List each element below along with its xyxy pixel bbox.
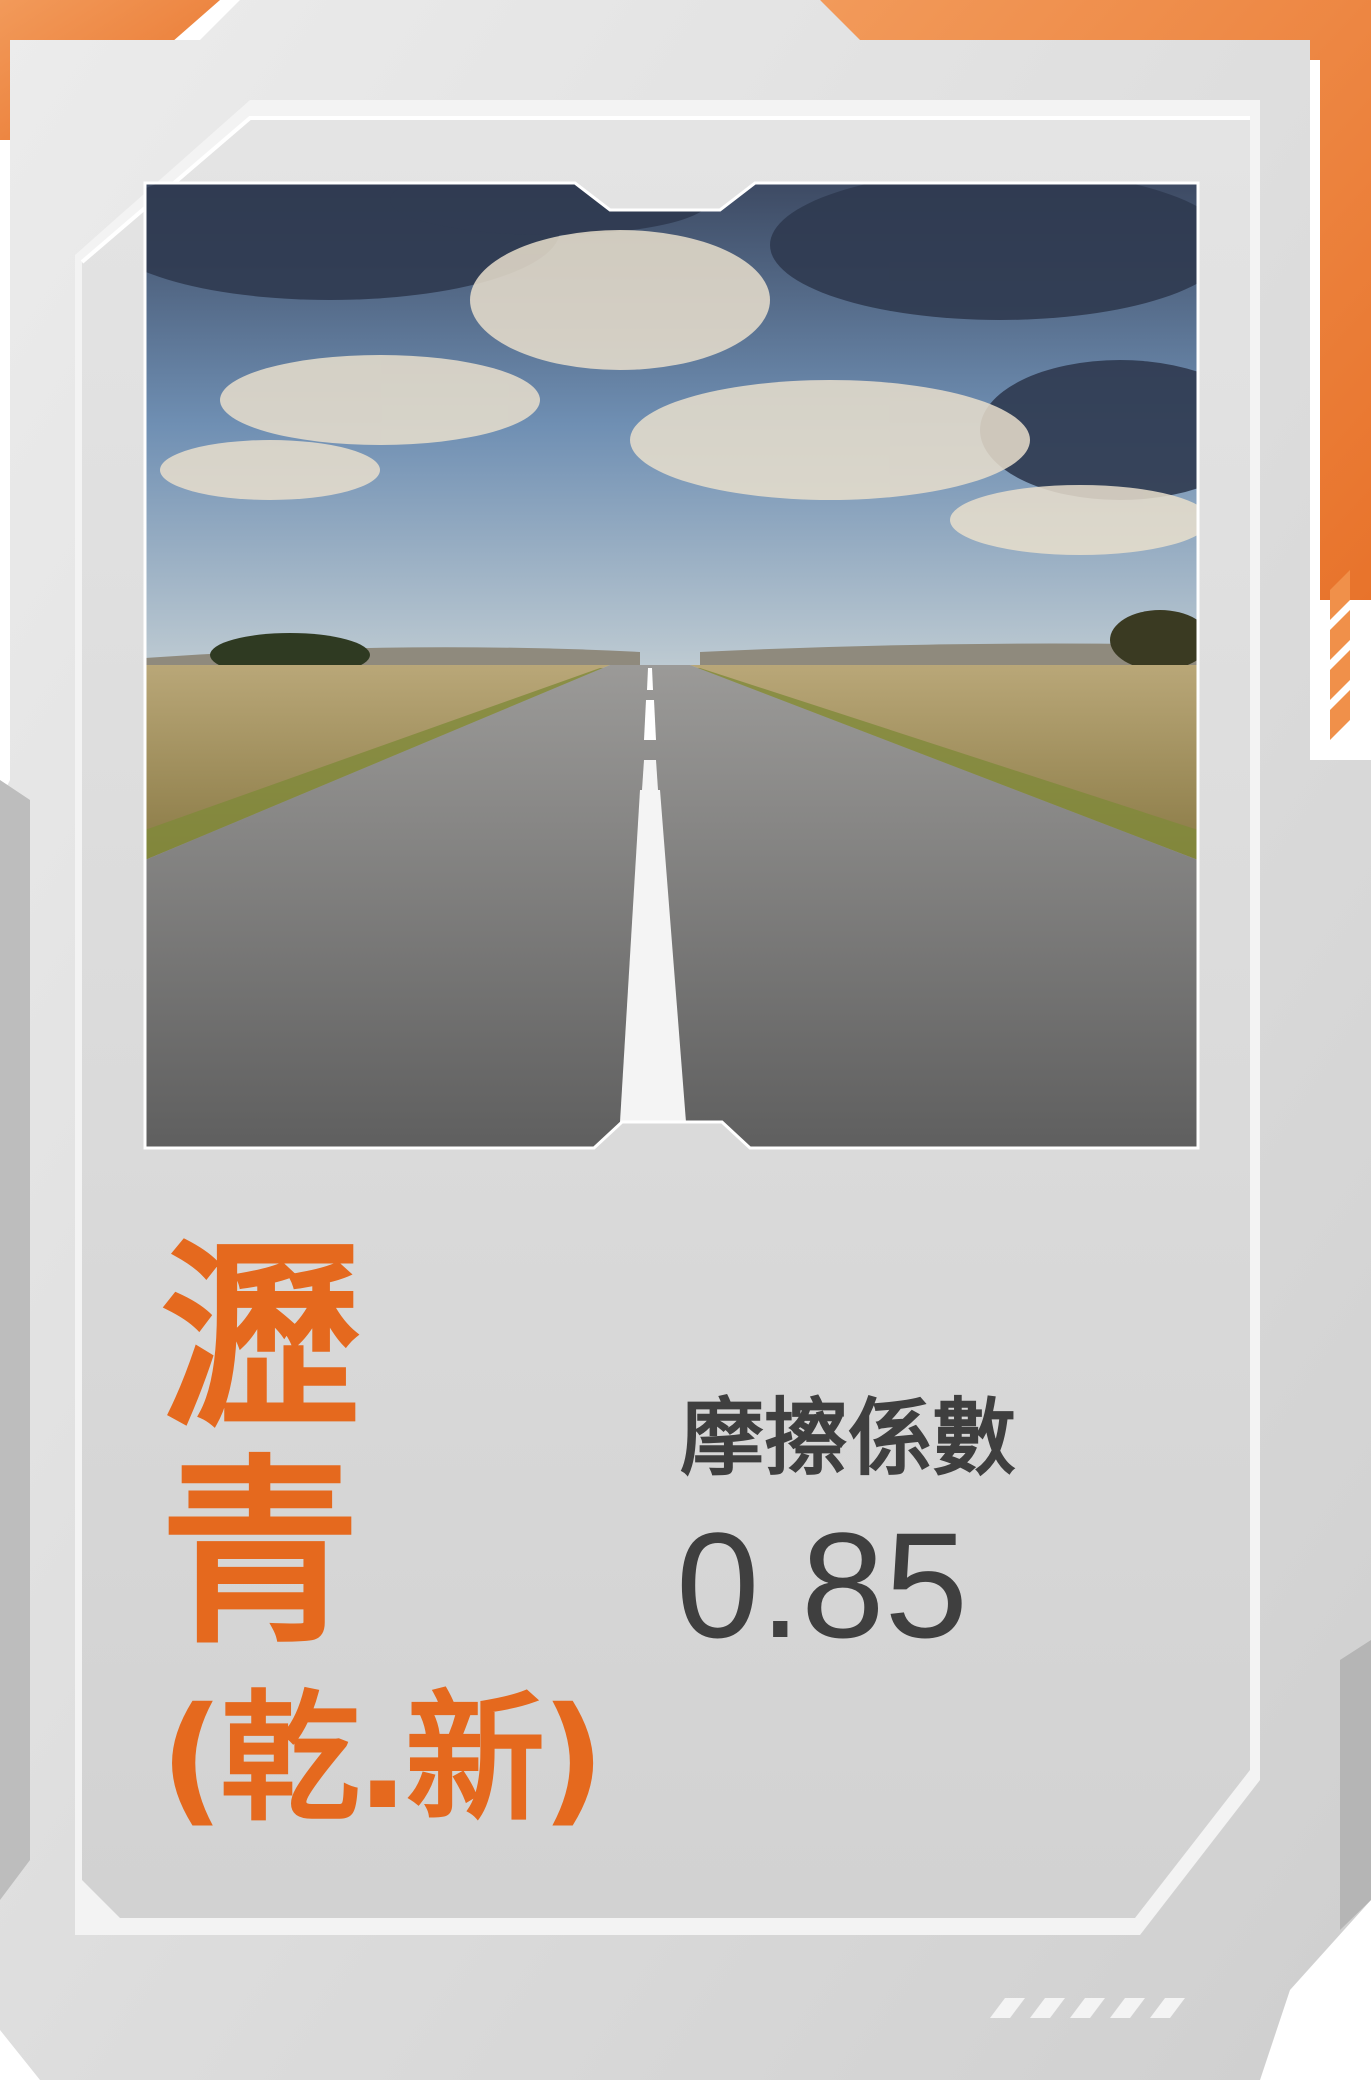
material-title-line2: 青 (160, 1438, 361, 1671)
road-photo (145, 183, 1198, 1148)
friction-coefficient-label: 摩擦係數 (680, 1389, 1017, 1487)
material-condition: (乾.新) (160, 1678, 605, 1841)
material-title-line1: 瀝 (160, 1223, 361, 1456)
friction-coefficient-value: 0.85 (676, 1501, 968, 1669)
